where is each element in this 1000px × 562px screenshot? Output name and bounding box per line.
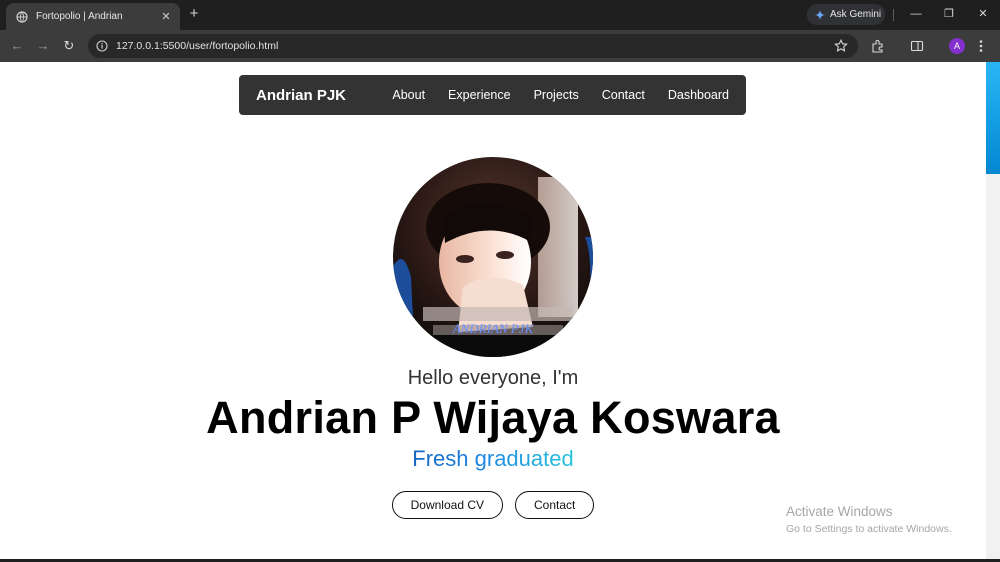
- activation-title: Activate Windows: [786, 504, 893, 519]
- profile-avatar[interactable]: A: [949, 38, 965, 54]
- restore-button[interactable]: ❐: [938, 6, 960, 22]
- scrollbar-thumb[interactable]: [986, 62, 1000, 174]
- photo-watermark-text: ANDRIAN PJK: [452, 321, 535, 336]
- ask-gemini-button[interactable]: Ask Gemini: [807, 4, 885, 25]
- sidebar-reading-icon[interactable]: [909, 38, 925, 54]
- hero-name: Andrian P Wijaya Koswara: [206, 392, 780, 443]
- browser-toolbar: ← → ↻ 127.0.0.1:5500/user/fortopolio.htm…: [0, 30, 1000, 62]
- hero-greeting: Hello everyone, I'm: [407, 367, 579, 389]
- site-brand[interactable]: Andrian PJK: [256, 87, 392, 104]
- nav-link-about[interactable]: About: [392, 88, 425, 102]
- windows-activation-watermark: Activate Windows Go to Settings to activ…: [786, 504, 952, 535]
- forward-button[interactable]: →: [35, 38, 51, 54]
- download-cv-button[interactable]: Download CV: [391, 491, 503, 519]
- gemini-sparkle-icon: [815, 9, 825, 20]
- window-close-button[interactable]: ✕: [972, 6, 994, 22]
- hero-role: Fresh graduated: [0, 446, 986, 472]
- browser-tab-bar: Fortopolio | Andrian ✕ + Ask Gemini — ❐ …: [0, 0, 1000, 30]
- globe-icon: [16, 10, 28, 23]
- contact-button[interactable]: Contact: [515, 491, 595, 519]
- page-scrollbar[interactable]: [986, 62, 1000, 562]
- tab-close-icon[interactable]: ✕: [158, 10, 174, 23]
- browser-tab[interactable]: Fortopolio | Andrian ✕: [6, 3, 180, 30]
- ask-gemini-label: Ask Gemini: [830, 9, 882, 20]
- address-bar[interactable]: 127.0.0.1:5500/user/fortopolio.html: [88, 34, 858, 58]
- page-viewport: Andrian PJK About Experience Projects Co…: [0, 62, 986, 562]
- url-text: 127.0.0.1:5500/user/fortopolio.html: [116, 40, 279, 52]
- nav-link-contact[interactable]: Contact: [602, 88, 645, 102]
- extensions-icon[interactable]: [870, 38, 886, 54]
- activation-subtitle: Go to Settings to activate Windows.: [786, 523, 952, 535]
- site-navbar: Andrian PJK About Experience Projects Co…: [239, 75, 746, 115]
- minimize-button[interactable]: —: [905, 6, 927, 22]
- back-button[interactable]: ←: [9, 38, 25, 54]
- titlebar-divider: [893, 9, 894, 21]
- reload-button[interactable]: ↻: [61, 38, 77, 54]
- bookmark-star-icon[interactable]: [834, 39, 848, 53]
- profile-photo: ANDRIAN PJK: [393, 157, 593, 357]
- nav-links: About Experience Projects Contact Dashbo…: [392, 88, 729, 102]
- hero-role-text: Fresh graduated: [412, 446, 574, 471]
- browser-menu-icon[interactable]: [973, 38, 989, 54]
- nav-link-experience[interactable]: Experience: [448, 88, 511, 102]
- tab-title: Fortopolio | Andrian: [36, 11, 123, 22]
- nav-link-projects[interactable]: Projects: [534, 88, 579, 102]
- site-info-icon[interactable]: [96, 40, 108, 52]
- new-tab-button[interactable]: +: [186, 5, 202, 23]
- nav-link-dashboard[interactable]: Dashboard: [668, 88, 729, 102]
